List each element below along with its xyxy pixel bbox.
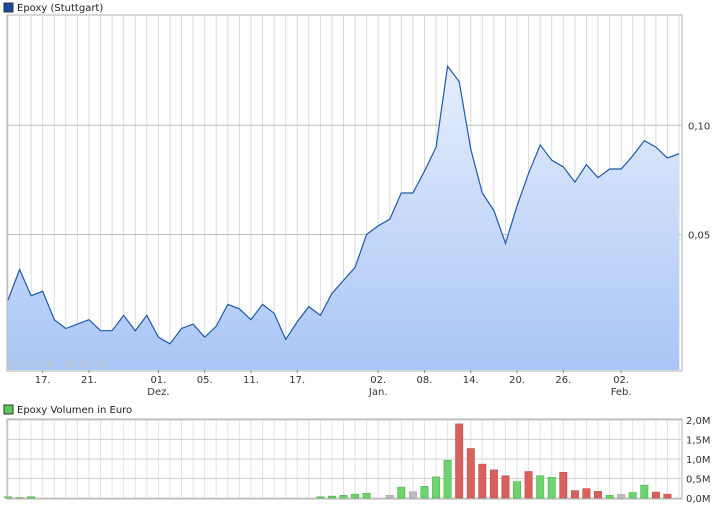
price-legend-swatch [3, 2, 14, 13]
volume-bar [501, 475, 510, 499]
volume-bar [420, 486, 429, 499]
price-x-tick-label: 05. [197, 375, 213, 386]
volume-bar [351, 493, 360, 499]
volume-bar [455, 423, 464, 499]
volume-bar [617, 494, 626, 499]
volume-bar [489, 469, 498, 499]
price-x-tick-label: 20. [509, 375, 525, 386]
volume-bar [362, 493, 371, 499]
volume-bar [316, 496, 325, 499]
volume-bar [582, 488, 591, 499]
volume-y-tick-label: 0,0M [686, 494, 711, 505]
volume-bar [4, 496, 12, 499]
price-x-tick-month-label: Jan. [368, 387, 388, 398]
volume-bar [628, 492, 637, 499]
volume-bar [397, 486, 406, 499]
price-legend-label: Epoxy (Stuttgart) [17, 3, 103, 14]
price-x-tick-label: 17. [289, 375, 305, 386]
volume-bar [327, 495, 336, 499]
price-x-ticks: 17. 21. 01.Dez.05. 11. 17. 02.Jan.08. 14. 20. 26… [35, 370, 632, 398]
volume-y-tick-label: 1,5M [686, 436, 711, 447]
volume-bar [339, 495, 348, 499]
price-x-tick-label: 14. [463, 375, 479, 386]
price-y-tick-label: 0,10 [688, 121, 710, 132]
volume-bar [432, 476, 441, 499]
volume-bar [408, 491, 417, 499]
price-x-tick-label: 17. [35, 375, 51, 386]
volume-y-ticks: 0,0M 0,5M 1,0M 1,5M 2,0M [686, 416, 711, 505]
price-x-tick-month-label: Dez. [147, 387, 169, 398]
volume-bar [651, 491, 660, 499]
epoxy-chart: Epoxy (Stuttgart) 11.11.14 - 06.02.15 17… [3, 2, 711, 505]
volume-bar [663, 493, 672, 499]
volume-bar [547, 477, 556, 499]
volume-legend-label: Epoxy Volumen in Euro [17, 405, 132, 416]
price-x-tick-label: 26. [555, 375, 571, 386]
volume-bar [640, 484, 649, 499]
price-y-tick-label: 0,05 [688, 231, 710, 242]
volume-bar [443, 459, 452, 499]
volume-y-tick-label: 0,5M [686, 475, 711, 486]
price-y-ticks: 0,05 0,10 [688, 121, 710, 241]
volume-bar [536, 475, 545, 499]
date-range-label: 11.11.14 - 06.02.15 [9, 359, 108, 370]
price-x-tick-label: 11. [243, 375, 259, 386]
price-x-tick-label: 02. [613, 375, 629, 386]
volume-bar [524, 471, 533, 499]
volume-y-tick-label: 1,0M [686, 455, 711, 466]
volume-bar [594, 491, 602, 499]
price-x-tick-label: 08. [417, 375, 433, 386]
price-x-tick-label: 02. [370, 375, 386, 386]
volume-legend-swatch [3, 404, 14, 415]
price-x-tick-label: 21. [81, 375, 97, 386]
volume-bar [570, 490, 579, 499]
volume-y-tick-label: 2,0M [686, 416, 711, 427]
volume-bar [559, 472, 568, 499]
volume-bar [385, 495, 394, 499]
volume-bar [605, 495, 614, 499]
price-x-tick-month-label: Feb. [611, 387, 632, 398]
volume-bar [27, 496, 36, 499]
volume-bar [513, 481, 521, 499]
volume-bar [478, 463, 487, 499]
volume-bar [466, 448, 475, 499]
price-x-tick-label: 01. [150, 375, 166, 386]
